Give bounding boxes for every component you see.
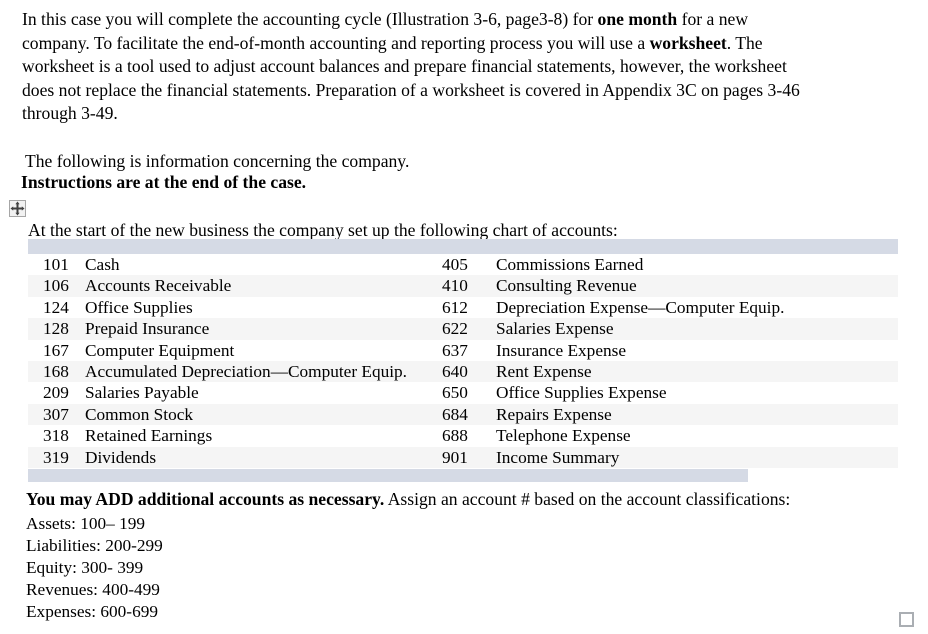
classification-line: Revenues: 400-499 [26,580,160,600]
account-number-left: 101 [43,255,69,274]
footer-note: You may ADD additional accounts as neces… [26,488,906,512]
account-number-right: 405 [442,255,468,274]
classification-line: Liabilities: 200-299 [26,536,163,556]
table-row: 101 Cash 405 Commissions Earned [28,254,898,276]
account-name-left: Computer Equipment [85,340,235,360]
account-number-right: 640 [442,361,468,381]
account-name-left: Cash [85,255,120,274]
table-rows-container: 101 Cash 405 Commissions Earned 106 Accounts … [28,254,898,468]
table-row: 124 Office Supplies 612 Depreciation Expens… [28,296,898,319]
intro-bold-worksheet: worksheet [649,32,727,53]
account-name-right: Telephone Expense [496,426,631,446]
account-name-right: Salaries Expense [496,319,614,339]
account-number-left: 168 [43,361,69,381]
account-number-left: 167 [43,340,69,360]
account-name-left: Salaries Payable [85,383,199,403]
footer-note-rest: Assign an account # based on the account… [384,489,791,509]
table-row: 168 Accumulated Depreciation—Computer Equ… [28,360,898,383]
account-number-right: 688 [442,426,468,446]
table-row: 128 Prepaid Insurance 622 Salaries Expense [28,318,898,340]
account-name-right: Income Summary [496,447,620,467]
account-number-left: 124 [43,297,69,317]
account-number-left: 106 [43,276,69,296]
account-name-right: Depreciation Expense—Computer Equip. [496,297,785,317]
account-name-right: Insurance Expense [496,340,627,360]
table-row: 106 Accounts Receivable 410 Consulting Reve… [28,275,898,297]
account-number-right: 612 [442,297,468,317]
account-name-right: Office Supplies Expense [496,383,667,403]
footer-block: You may ADD additional accounts as neces… [26,488,906,623]
account-number-right: 637 [442,340,468,360]
account-number-left: 318 [43,426,69,446]
table-row: 167 Computer Equipment 637 Insurance Expens… [28,339,898,361]
footer-note-bold: You may ADD additional accounts as neces… [26,489,385,509]
account-name-right: Repairs Expense [496,404,612,424]
account-number-left: 128 [43,319,69,339]
account-number-left: 319 [43,447,69,467]
classification-line: Equity: 300- 399 [26,558,144,578]
instructions-line: Instructions are at the end of the case. [21,172,307,192]
account-number-right: 410 [442,276,468,296]
account-number-right: 684 [442,404,468,424]
intro-text-segment-1: In this case you will complete the accou… [22,9,598,29]
table-footer-band [28,468,748,482]
account-name-right: Commissions Earned [496,255,644,274]
intro-paragraph: In this case you will complete the accou… [22,8,812,126]
account-name-left: Common Stock [85,404,194,424]
classification-line: Assets: 100– 199 [26,514,146,534]
chart-of-accounts-table: 101 Cash 405 Commissions Earned 106 Accounts … [28,239,898,482]
move-handle-icon[interactable] [9,200,26,217]
table-row: 318 Retained Earnings 688 Telephone Expense [28,425,898,447]
table-row: 307 Common Stock 684 Repairs Expense [28,403,898,426]
account-name-right: Rent Expense [496,361,592,381]
account-number-right: 622 [442,319,468,339]
resize-handle-icon[interactable] [899,612,914,627]
account-number-left: 209 [43,383,69,403]
account-name-right: Consulting Revenue [496,276,637,296]
account-name-left: Accumulated Depreciation—Computer Equip. [85,361,408,381]
classification-list: Assets: 100– 199 Liabilities: 200-299 Equi… [26,513,906,623]
classification-line: Expenses: 600-699 [26,602,158,622]
table-row: 209 Salaries Payable 650 Office Supplies Ex… [28,382,898,404]
account-number-left: 307 [43,404,69,424]
account-name-left: Prepaid Insurance [85,319,210,339]
table-header-band [28,239,898,254]
account-name-left: Accounts Receivable [85,276,232,296]
account-number-right: 901 [442,447,468,467]
account-number-right: 650 [442,383,468,403]
table-row: 319 Dividends 901 Income Summary [28,446,898,468]
intro-bold-one-month: one month [597,9,678,29]
account-name-left: Office Supplies [85,297,193,317]
account-name-left: Retained Earnings [85,426,213,446]
account-name-left: Dividends [85,447,157,467]
